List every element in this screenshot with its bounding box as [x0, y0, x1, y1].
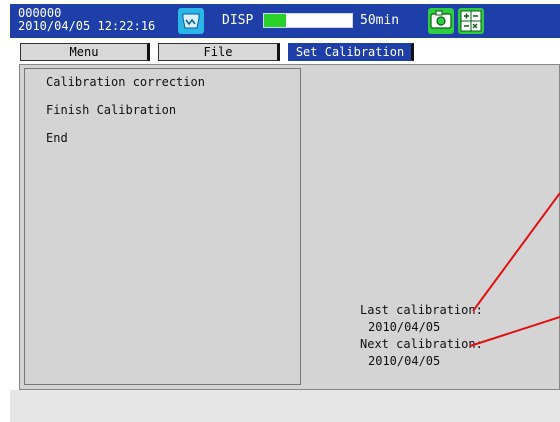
memory-remaining-time: 50min [360, 13, 400, 28]
memory-media-icon [178, 8, 204, 34]
next-calibration-label: Next calibration: [360, 337, 483, 351]
tab-file[interactable]: File [158, 43, 280, 61]
next-calibration-date: 2010/04/05 [368, 354, 441, 368]
memory-progress-fill [264, 14, 286, 27]
menu-item-finish-calibration[interactable]: Finish Calibration [46, 103, 176, 117]
tab-menu[interactable]: Menu [20, 43, 150, 61]
recorder-screen: 000000 2010/04/05 12:22:16 DISP 50min Me… [0, 0, 560, 422]
menu-item-end[interactable]: End [46, 131, 68, 145]
last-calibration-date: 2010/04/05 [368, 320, 441, 334]
camera-icon [428, 8, 454, 34]
tab-set-calibration[interactable]: Set Calibration [288, 43, 414, 61]
menu-item-calibration-correction[interactable]: Calibration correction [46, 75, 205, 89]
status-id-datetime: 000000 2010/04/05 12:22:16 [18, 7, 155, 33]
tab-bar: Menu File Set Calibration [10, 38, 560, 64]
last-calibration-label: Last calibration: [360, 303, 483, 317]
calibration-menu-list: Calibration correction Finish Calibratio… [24, 68, 301, 385]
datetime: 2010/04/05 12:22:16 [18, 19, 156, 33]
memory-progress-bar [263, 13, 353, 28]
calibration-panel: Calibration correction Finish Calibratio… [19, 64, 560, 390]
footer-area [10, 390, 560, 422]
display-mode-label: DISP [222, 13, 254, 28]
calculator-icon [458, 8, 484, 34]
status-bar: 000000 2010/04/05 12:22:16 DISP 50min [10, 4, 560, 38]
